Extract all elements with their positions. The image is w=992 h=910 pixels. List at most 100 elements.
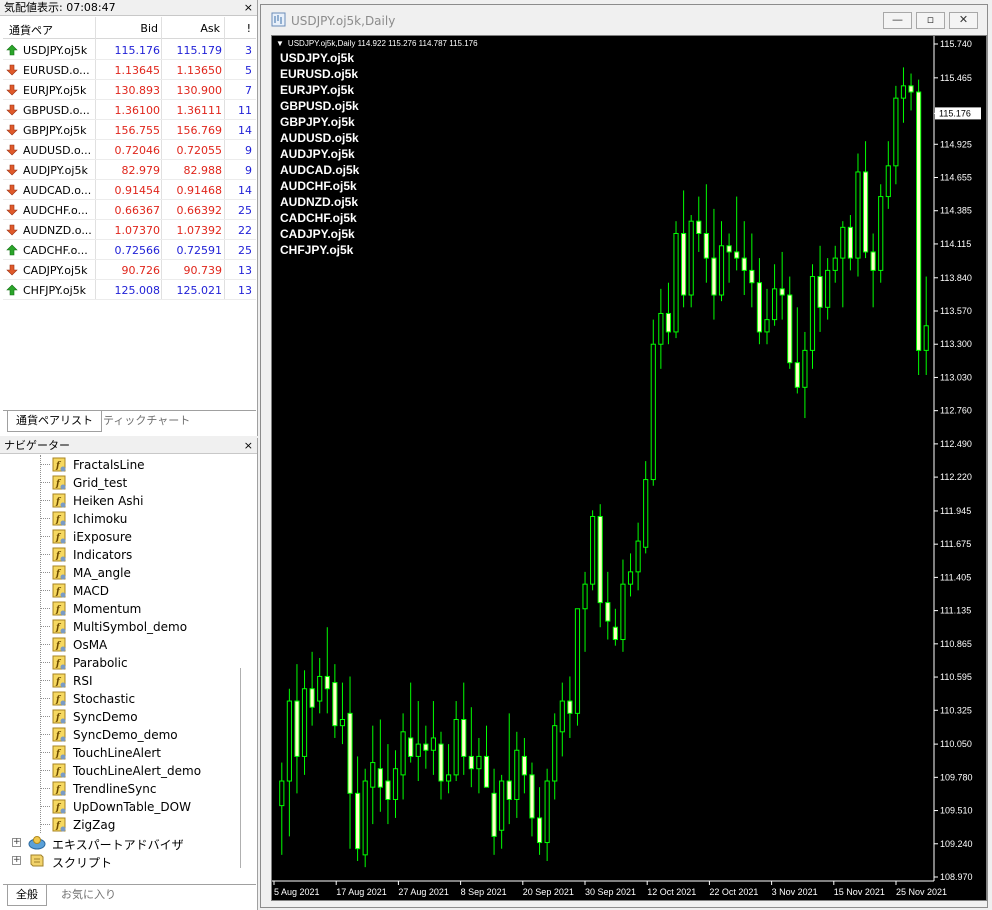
symbol-name: USDJPY.oj5k <box>23 44 88 57</box>
symbol-name: AUDJPY.oj5k <box>23 164 88 177</box>
indicator-icon: f <box>52 637 66 652</box>
overlay-symbol[interactable]: AUDUSD.oj5k <box>280 130 359 146</box>
indicator-label: TouchLineAlert_demo <box>73 764 202 778</box>
y-tick-label: 111.405 <box>940 572 971 582</box>
candle-up <box>301 688 308 757</box>
market-watch-row[interactable]: GBPUSD.o... 1.36100 1.36111 11 <box>3 100 256 120</box>
tab-symbol-list[interactable]: 通貨ペアリスト <box>7 411 102 432</box>
candle-down <box>696 220 702 234</box>
overlay-symbol[interactable]: EURJPY.oj5k <box>280 82 359 98</box>
expand-icon[interactable]: + <box>12 856 21 865</box>
tab-tick-chart[interactable]: ティックチャート <box>95 411 198 432</box>
candle-down <box>461 719 467 757</box>
x-tick-label: 3 Nov 2021 <box>772 887 818 897</box>
close-icon[interactable]: × <box>244 438 253 454</box>
indicator-label: Parabolic <box>73 656 128 670</box>
column-header-ask[interactable]: Ask <box>200 22 220 35</box>
overlay-symbol[interactable]: CHFJPY.oj5k <box>280 242 359 258</box>
overlay-symbol[interactable]: CADCHF.oj5k <box>280 210 359 226</box>
candle-up <box>559 700 565 733</box>
market-watch-row[interactable]: EURJPY.oj5k 130.893 130.900 7 <box>3 80 256 100</box>
arrow-down-icon <box>6 264 18 276</box>
candle-down <box>536 817 543 844</box>
market-watch-tabs: 通貨ペアリスト ティックチャート <box>3 410 256 432</box>
x-tick-label: 27 Aug 2021 <box>398 887 449 897</box>
candle-down <box>756 282 763 333</box>
market-watch-row[interactable]: USDJPY.oj5k 115.176 115.179 3 <box>3 40 256 60</box>
market-watch-row[interactable]: CADCHF.o... 0.72566 0.72591 25 <box>3 240 256 260</box>
x-tick-label: 8 Sep 2021 <box>461 887 507 897</box>
spread-value: 9 <box>245 144 252 157</box>
spread-value: 13 <box>238 264 252 277</box>
column-header-bid[interactable]: Bid <box>140 22 158 35</box>
column-header-symbol[interactable]: 通貨ペア <box>9 22 53 38</box>
overlay-symbol[interactable]: GBPUSD.oj5k <box>280 98 359 114</box>
tree-folder-label: エキスパートアドバイザ <box>52 838 184 852</box>
tree-line <box>40 698 50 699</box>
market-watch-row[interactable]: AUDCHF.o... 0.66367 0.66392 25 <box>3 200 256 220</box>
tree-line <box>40 788 50 789</box>
arrow-down-icon <box>6 64 18 76</box>
tree-line <box>40 500 50 501</box>
restore-button[interactable]: ▫ <box>916 12 945 29</box>
market-watch-row[interactable]: AUDJPY.oj5k 82.979 82.988 9 <box>3 160 256 180</box>
y-tick-label: 114.925 <box>940 139 972 149</box>
symbol-name: AUDCAD.o... <box>23 184 92 197</box>
candle-down <box>294 700 300 757</box>
bid-price: 0.72566 <box>114 244 161 257</box>
overlay-symbol[interactable]: GBPJPY.oj5k <box>280 114 359 130</box>
overlay-symbol[interactable]: AUDCHF.oj5k <box>280 178 359 194</box>
bid-price: 0.72046 <box>114 144 161 157</box>
navigator-scrollbar[interactable] <box>240 668 252 868</box>
candle-down <box>665 312 672 333</box>
indicator-icon: f <box>52 511 66 526</box>
candle-up <box>809 276 816 351</box>
ask-price: 115.179 <box>176 44 223 57</box>
overlay-symbol[interactable]: USDJPY.oj5k <box>280 50 359 66</box>
candle-down <box>741 257 747 271</box>
indicator-icon: f <box>52 691 66 706</box>
candle-down <box>862 171 869 253</box>
candle-up <box>392 768 399 800</box>
overlay-symbol[interactable]: AUDCAD.oj5k <box>280 162 359 178</box>
market-watch-row[interactable]: CADJPY.oj5k 90.726 90.739 13 <box>3 260 256 280</box>
market-watch-row[interactable]: AUDNZD.o... 1.07370 1.07392 22 <box>3 220 256 240</box>
indicator-icon: f <box>52 547 66 562</box>
overlay-symbol[interactable]: AUDJPY.oj5k <box>280 146 359 162</box>
candle-up <box>802 349 808 388</box>
minimize-button[interactable]: — <box>883 12 912 29</box>
column-header-spread[interactable]: ! <box>247 22 251 35</box>
ask-price: 0.72055 <box>176 144 223 157</box>
symbol-name: CADCHF.o... <box>23 244 88 257</box>
expert-advisor-icon <box>28 836 46 850</box>
tab-favorites[interactable]: お気に入り <box>53 885 124 906</box>
overlay-symbol[interactable]: CADJPY.oj5k <box>280 226 359 242</box>
market-watch-row[interactable]: AUDUSD.o... 0.72046 0.72055 9 <box>3 140 256 160</box>
market-watch-header: 通貨ペア Bid Ask ! <box>3 17 256 39</box>
market-watch-row[interactable]: CHFJPY.oj5k 125.008 125.021 13 <box>3 280 256 300</box>
y-tick-label: 112.760 <box>940 406 972 416</box>
candle-down <box>423 743 429 751</box>
candle-down <box>377 768 383 788</box>
expand-icon[interactable]: + <box>12 838 21 847</box>
chart-window-titlebar[interactable]: USDJPY.oj5k,Daily — ▫ ✕ <box>261 5 987 35</box>
market-watch-row[interactable]: EURUSD.o... 1.13645 1.13650 5 <box>3 60 256 80</box>
close-icon[interactable]: × <box>244 0 253 16</box>
indicator-icon: f <box>52 781 66 796</box>
overlay-symbol[interactable]: EURUSD.oj5k <box>280 66 359 82</box>
market-watch-row[interactable]: AUDCAD.o... 0.91454 0.91468 14 <box>3 180 256 200</box>
y-tick-label: 113.840 <box>940 273 972 283</box>
price-chart[interactable]: 115.740 115.465 114.925 114.655 114.385 114.1… <box>271 35 987 901</box>
indicator-icon: f <box>52 727 66 742</box>
tree-line <box>40 644 50 645</box>
tab-general[interactable]: 全般 <box>7 885 47 906</box>
overlay-symbol[interactable]: AUDNZD.oj5k <box>280 194 359 210</box>
close-button[interactable]: ✕ <box>949 12 978 29</box>
spread-value: 5 <box>245 64 252 77</box>
indicator-icon: f <box>52 763 66 778</box>
bid-price: 82.979 <box>121 164 161 177</box>
indicator-label: ZigZag <box>73 818 116 832</box>
market-watch-row[interactable]: GBPJPY.oj5k 156.755 156.769 14 <box>3 120 256 140</box>
y-tick-label: 112.220 <box>940 472 972 482</box>
tree-line <box>40 770 50 771</box>
